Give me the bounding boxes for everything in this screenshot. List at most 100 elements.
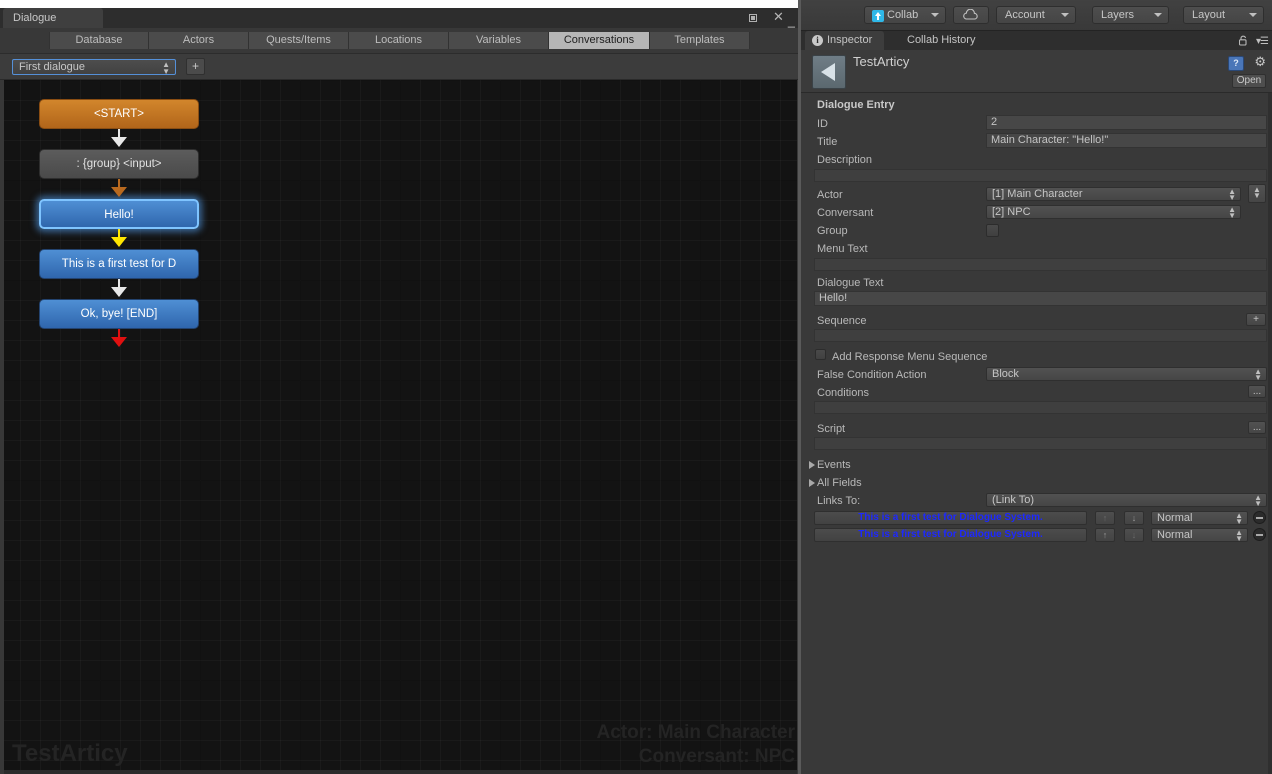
inspector-lock-icon[interactable] (1238, 35, 1248, 46)
links-to-dropdown[interactable]: (Link To) ▲ ▼ (986, 493, 1267, 507)
editor-tab-conversations[interactable]: Conversations (549, 32, 650, 49)
dialogue-node-first[interactable]: This is a first test for D (39, 249, 199, 279)
gear-icon[interactable]: ⚙ (1254, 55, 1266, 68)
inspector-menu-icon[interactable]: ▾☰ (1256, 36, 1269, 47)
editor-tab-actors[interactable]: Actors (149, 32, 249, 49)
window-buttons: ✕ (749, 10, 795, 25)
dialogue-node-hello[interactable]: Hello! (39, 199, 199, 229)
script-ellipsis-button[interactable]: ... (1248, 421, 1266, 434)
link-remove-button[interactable] (1253, 511, 1266, 524)
chevron-down-icon (1249, 13, 1257, 17)
link-move-down-button[interactable]: ↓ (1124, 528, 1144, 542)
add-response-menu-checkbox[interactable] (815, 349, 826, 360)
layout-label: Layout (1192, 9, 1226, 21)
link-priority-label: Normal (1157, 529, 1193, 541)
collab-label: Collab (887, 9, 919, 21)
link-row-button[interactable]: This is a first test for Dialogue System… (814, 511, 1087, 525)
editor-tab-quests-items[interactable]: Quests/Items (249, 32, 349, 49)
asset-name: TestArticy (853, 54, 910, 69)
link-priority-label: Normal (1157, 512, 1193, 524)
editor-tab-variables[interactable]: Variables (449, 32, 549, 49)
conversant-dropdown[interactable]: [2] NPC ▲ ▼ (986, 205, 1241, 219)
id-field[interactable]: 2 (986, 115, 1267, 130)
label-id: ID (817, 118, 828, 130)
account-button[interactable]: Account (996, 6, 1076, 24)
editor-tab-templates[interactable]: Templates (650, 32, 750, 49)
window-tab-bar: Dialogue ✕ ▾☰ (0, 8, 801, 37)
layout-button[interactable]: Layout (1183, 6, 1264, 24)
link-remove-button[interactable] (1253, 528, 1266, 541)
link-priority-dropdown[interactable]: Normal ▲ ▼ (1151, 528, 1248, 542)
sequence-field[interactable] (814, 329, 1267, 342)
label-sequence: Sequence (817, 315, 867, 327)
title-field[interactable]: Main Character: "Hello!" (986, 133, 1267, 148)
dialogue-node-okbye[interactable]: Ok, bye! [END] (39, 299, 199, 329)
canvas-horizontal-scrollbar[interactable] (4, 770, 797, 774)
label-description: Description (817, 154, 873, 166)
collab-button[interactable]: Collab (864, 6, 946, 24)
editor-tab-row: Database Actors Quests/Items Locations Varia… (0, 28, 801, 53)
canvas-watermark-title: TestArticy (12, 740, 128, 767)
label-events[interactable]: Events (817, 459, 851, 471)
dialogue-node-start[interactable]: <START> (39, 99, 199, 129)
tab-collab-history[interactable]: Collab History (901, 31, 987, 50)
dialogue-editor-window: Dialogue ✕ ▾☰ DatabaseActorsQuests/Items… (0, 0, 801, 774)
inspector-scrollbar[interactable] (1268, 93, 1272, 774)
tab-collab-history-label: Collab History (907, 34, 976, 46)
sequence-add-button[interactable]: + (1246, 313, 1266, 326)
link-move-down-button[interactable]: ↓ (1124, 511, 1144, 525)
add-conversation-button[interactable]: + (186, 58, 205, 75)
false-condition-action-dropdown[interactable]: Block ▲ ▼ (986, 367, 1267, 381)
window-tab-dialogue[interactable]: Dialogue (3, 8, 103, 28)
cloud-button[interactable] (953, 6, 989, 24)
layers-button[interactable]: Layers (1092, 6, 1169, 24)
chevron-updown-icon: ▲ ▼ (162, 60, 170, 76)
link-priority-dropdown[interactable]: Normal ▲ ▼ (1151, 511, 1248, 525)
editor-tabs: Database Actors Quests/Items Locations Varia… (49, 32, 750, 49)
maximize-icon[interactable] (749, 14, 757, 22)
script-field[interactable] (814, 437, 1267, 450)
close-icon[interactable]: ✕ (773, 10, 784, 24)
conversant-dropdown-label: [2] NPC (992, 206, 1031, 218)
conversation-toolbar: First dialogue ▲▼ + 1 Menu (0, 54, 801, 129)
actor-dropdown[interactable]: [1] Main Character ▲ ▼ (986, 187, 1241, 201)
unity-main-toolbar: Collab Account Layers Layout (801, 0, 1272, 31)
canvas-watermark-conversant: Conversant: NPC (638, 746, 795, 767)
link-move-up-button[interactable]: ↑ (1095, 511, 1115, 525)
open-button[interactable]: Open (1232, 74, 1266, 88)
label-conversant: Conversant (817, 207, 874, 219)
editor-tab-locations[interactable]: Locations (349, 32, 449, 49)
chevron-updown-icon: ▲ ▼ (1228, 187, 1236, 201)
events-foldout-arrow[interactable] (809, 461, 815, 469)
all-fields-foldout-arrow[interactable] (809, 479, 815, 487)
link-row-button[interactable]: This is a first test for Dialogue System… (814, 528, 1087, 542)
link-move-up-button[interactable]: ↑ (1095, 528, 1115, 542)
label-group: Group (817, 225, 848, 237)
actor-conversant-swap-stepper[interactable]: ▲ ▼ (1248, 184, 1266, 203)
conditions-field[interactable] (814, 401, 1267, 414)
chevron-updown-icon: ▲ ▼ (1228, 205, 1236, 219)
dialogue-node-group[interactable]: : {group} <input> (39, 149, 199, 179)
group-checkbox[interactable] (986, 224, 999, 237)
window-top-strip (0, 0, 801, 8)
connector-arrow-first-to-okbye (111, 287, 127, 297)
connector-arrow-hello-to-first (111, 237, 127, 247)
label-all-fields[interactable]: All Fields (817, 477, 862, 489)
connector-arrow-okbye-to-end (111, 337, 127, 347)
label-title: Title (817, 136, 838, 148)
unity-asset-icon (812, 55, 846, 89)
collab-upload-icon (872, 10, 884, 22)
conditions-ellipsis-button[interactable]: ... (1248, 385, 1266, 398)
editor-tab-database[interactable]: Database (49, 32, 149, 49)
description-field[interactable] (814, 169, 1267, 182)
inspector-tab-bar: i Inspector Collab History ▾☰ (801, 31, 1272, 50)
dialogue-canvas[interactable]: <START> : {group} <input> Hello! This is a … (4, 80, 797, 770)
conversation-dropdown[interactable]: First dialogue ▲ ▼ (12, 59, 176, 76)
layers-label: Layers (1101, 9, 1135, 21)
tab-inspector[interactable]: i Inspector (805, 31, 885, 50)
menu-text-field[interactable] (814, 258, 1267, 271)
label-false-condition-action: False Condition Action (817, 369, 927, 381)
info-icon: i (812, 35, 823, 46)
dialogue-text-field[interactable]: Hello! (814, 291, 1267, 306)
help-icon[interactable]: ? (1228, 56, 1244, 71)
